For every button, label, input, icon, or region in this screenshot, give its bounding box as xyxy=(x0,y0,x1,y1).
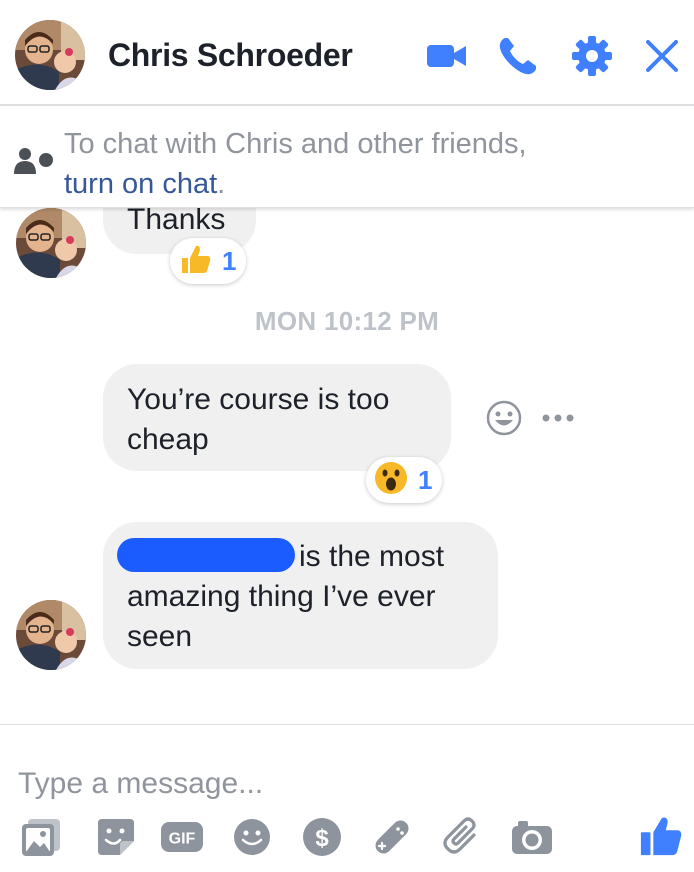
notice-period: . xyxy=(217,168,226,200)
video-camera-icon[interactable] xyxy=(425,34,469,78)
message-bubble[interactable]: You’re course is too cheap xyxy=(103,364,451,471)
person-icon xyxy=(14,146,54,176)
gif-label: GIF xyxy=(169,831,196,848)
emoji-react-icon[interactable] xyxy=(485,399,523,437)
phone-icon[interactable] xyxy=(496,34,540,78)
contact-avatar[interactable] xyxy=(15,20,85,90)
message-avatar[interactable] xyxy=(16,600,86,670)
chat-header: Chris Schroeder xyxy=(0,0,694,106)
photo-icon[interactable] xyxy=(20,815,64,859)
wow-face-icon xyxy=(374,461,408,500)
like-icon[interactable] xyxy=(638,815,684,859)
message-avatar[interactable] xyxy=(16,208,86,278)
gear-icon[interactable] xyxy=(570,34,614,78)
turn-on-chat-link[interactable]: turn on chat xyxy=(64,168,217,200)
thumbs-up-icon xyxy=(178,242,212,281)
game-icon[interactable] xyxy=(370,815,414,859)
redaction-mark xyxy=(117,538,295,572)
message-composer: GIF $ xyxy=(0,724,694,872)
more-options-icon[interactable] xyxy=(540,408,576,428)
chat-off-notice: To chat with Chris and other friends, tu… xyxy=(0,106,694,208)
payment-icon[interactable]: $ xyxy=(300,815,344,859)
sticker-icon[interactable] xyxy=(94,815,138,859)
timestamp: MON 10:12 PM xyxy=(254,306,440,336)
notice-message: To chat with Chris and other friends, xyxy=(64,128,527,160)
gif-icon[interactable]: GIF xyxy=(160,815,204,859)
reaction-badge[interactable]: 1 xyxy=(366,457,443,503)
reaction-count: 1 xyxy=(222,245,237,276)
camera-icon[interactable] xyxy=(510,815,554,859)
emoji-icon[interactable] xyxy=(230,815,274,859)
reaction-count: 1 xyxy=(418,464,433,495)
reaction-badge[interactable]: 1 xyxy=(170,238,247,284)
close-icon[interactable] xyxy=(640,34,684,78)
message-text: You’re course is too cheap xyxy=(127,383,390,456)
attachment-icon[interactable] xyxy=(440,815,484,859)
notice-text: To chat with Chris and other friends, tu… xyxy=(64,124,527,204)
chat-title[interactable]: Chris Schroeder xyxy=(108,37,353,74)
message-bubble[interactable]: is the most amazing thing I’ve ever seen xyxy=(103,522,498,669)
message-input[interactable] xyxy=(0,725,694,815)
svg-text:$: $ xyxy=(315,825,329,852)
